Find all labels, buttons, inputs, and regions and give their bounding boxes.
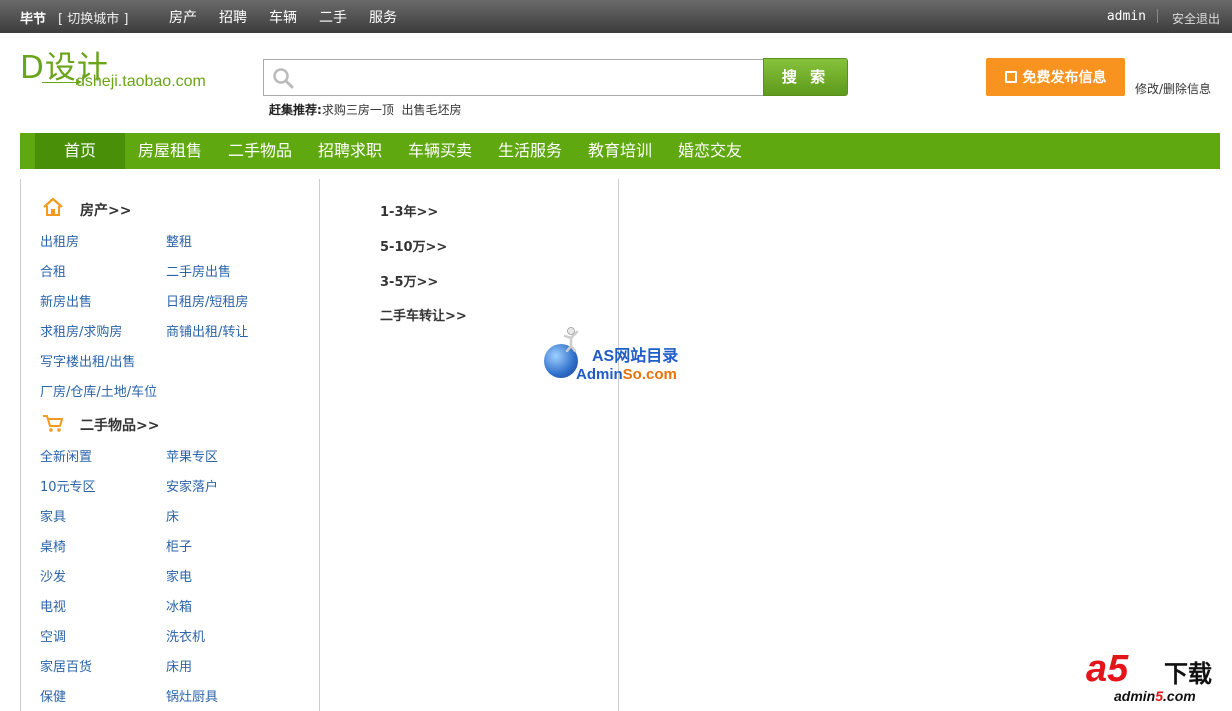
- main-nav-jobs[interactable]: 招聘求职: [318, 133, 382, 169]
- main-nav-secondhand-goods[interactable]: 二手物品: [228, 133, 292, 169]
- category-link[interactable]: 安家落户: [166, 476, 218, 495]
- top-nav-house[interactable]: 房产: [169, 7, 197, 27]
- column-divider: [319, 179, 320, 711]
- divider: [1157, 9, 1158, 23]
- category-link[interactable]: 桌椅: [40, 536, 66, 555]
- category-link[interactable]: 新房出售: [40, 291, 92, 310]
- category-link[interactable]: 空调: [40, 626, 66, 645]
- search-box: [263, 59, 763, 96]
- house-icon: [43, 197, 63, 216]
- column-divider: [20, 179, 21, 711]
- main-nav-life-services[interactable]: 生活服务: [498, 133, 562, 169]
- recommend-item[interactable]: 求购三房一顶: [322, 103, 394, 117]
- category-link[interactable]: 家居百货: [40, 656, 92, 675]
- middle-link[interactable]: 3-5万>>: [380, 271, 438, 290]
- main-nav-home[interactable]: 首页: [35, 133, 125, 169]
- middle-link[interactable]: 5-10万>>: [380, 236, 447, 255]
- category-link[interactable]: 求租房/求购房: [40, 321, 122, 340]
- a5-url: admin5.com: [1114, 688, 1196, 704]
- house-category-title[interactable]: 房产>>: [80, 200, 131, 220]
- category-link[interactable]: 床: [166, 506, 179, 525]
- top-bar: 毕节 [ 切换城市 ] 房产 招聘 车辆 二手 服务 admin 安全退出: [0, 0, 1232, 33]
- category-link[interactable]: 家电: [166, 566, 192, 585]
- category-link[interactable]: 家具: [40, 506, 66, 525]
- adminso-url: AdminSo.com: [576, 366, 677, 383]
- site-logo[interactable]: D设计 dsheji.taobao.com: [20, 42, 230, 96]
- main-nav-house-rent-sale[interactable]: 房屋租售: [138, 133, 202, 169]
- person-icon: [563, 327, 579, 352]
- recommend-item[interactable]: 出售毛坯房: [401, 103, 461, 117]
- category-link[interactable]: 冰箱: [166, 596, 192, 615]
- category-link[interactable]: 整租: [166, 231, 192, 250]
- top-nav-jobs[interactable]: 招聘: [219, 7, 247, 27]
- category-link[interactable]: 苹果专区: [166, 446, 218, 465]
- a5-download-text: 下载: [1164, 660, 1212, 688]
- a5-logo-text: a5: [1086, 648, 1129, 690]
- main-nav-vehicles[interactable]: 车辆买卖: [408, 133, 472, 169]
- category-link[interactable]: 沙发: [40, 566, 66, 585]
- manage-info-link[interactable]: 修改/删除信息: [1135, 80, 1211, 97]
- edit-icon: [1004, 71, 1017, 83]
- top-nav-vehicles[interactable]: 车辆: [269, 7, 297, 27]
- category-link[interactable]: 电视: [40, 596, 66, 615]
- logout-link[interactable]: 安全退出: [1172, 10, 1220, 27]
- adminso-title: AS网站目录: [592, 348, 679, 365]
- logo-url: dsheji.taobao.com: [76, 73, 206, 90]
- category-link[interactable]: 商铺出租/转让: [166, 321, 248, 340]
- switch-city-link[interactable]: [ 切换城市 ]: [58, 8, 128, 27]
- category-link[interactable]: 柜子: [166, 536, 192, 555]
- post-info-label: 免费发布信息: [1022, 70, 1107, 86]
- search-icon: [273, 68, 294, 89]
- current-city: 毕节: [20, 12, 47, 27]
- category-link[interactable]: 日租房/短租房: [166, 291, 248, 310]
- top-nav-services[interactable]: 服务: [369, 7, 397, 27]
- adminso-watermark-logo: AS网站目录 AdminSo.com: [542, 326, 692, 386]
- a5-watermark-logo: a5 下载 admin5.com: [1086, 648, 1226, 708]
- search-button[interactable]: 搜 索: [763, 58, 848, 96]
- main-nav: 首页 房屋租售 二手物品 招聘求职 车辆买卖 生活服务 教育培训 婚恋交友: [20, 133, 1220, 169]
- category-link[interactable]: 全新闲置: [40, 446, 92, 465]
- category-link[interactable]: 锅灶厨具: [166, 686, 218, 705]
- category-link[interactable]: 二手房出售: [166, 261, 231, 280]
- main-nav-education[interactable]: 教育培训: [588, 133, 652, 169]
- category-link[interactable]: 10元专区: [40, 476, 96, 495]
- recommend-label: 赶集推荐:: [269, 103, 322, 117]
- username-link[interactable]: admin: [1107, 9, 1146, 24]
- post-info-button[interactable]: 免费发布信息: [986, 58, 1125, 96]
- middle-link[interactable]: 二手车转让>>: [380, 305, 467, 324]
- logo-arrow-icon: [42, 79, 82, 85]
- search-recommend: 赶集推荐:求购三房一顶 出售毛坯房: [269, 101, 461, 118]
- main-nav-dating[interactable]: 婚恋交友: [678, 133, 742, 169]
- category-link[interactable]: 合租: [40, 261, 66, 280]
- category-link[interactable]: 写字楼出租/出售: [40, 351, 135, 370]
- cart-icon: [43, 415, 63, 432]
- middle-link[interactable]: 1-3年>>: [380, 201, 438, 220]
- category-link[interactable]: 洗衣机: [166, 626, 205, 645]
- column-divider: [618, 179, 619, 711]
- goods-category-title[interactable]: 二手物品>>: [80, 415, 159, 435]
- search-input[interactable]: [300, 66, 750, 90]
- category-link[interactable]: 出租房: [40, 231, 79, 250]
- top-nav: 房产 招聘 车辆 二手 服务: [169, 7, 397, 27]
- category-link[interactable]: 厂房/仓库/土地/车位: [40, 381, 157, 400]
- category-link[interactable]: 床用: [166, 656, 192, 675]
- category-link[interactable]: 保健: [40, 686, 66, 705]
- top-nav-secondhand[interactable]: 二手: [319, 7, 347, 27]
